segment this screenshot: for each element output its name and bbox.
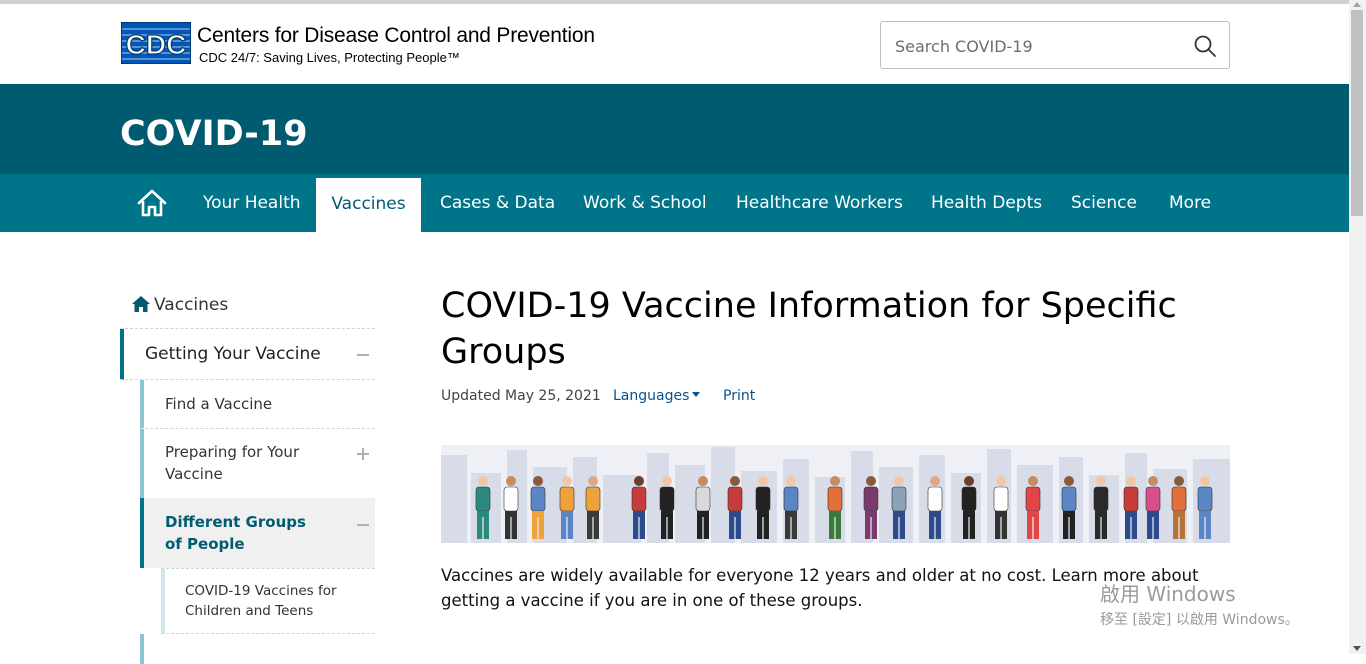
person-head xyxy=(996,476,1006,486)
sidenav-home-link[interactable]: Vaccines xyxy=(132,295,228,315)
person-head xyxy=(758,476,768,486)
org-tagline: CDC 24/7: Saving Lives, Protecting Peopl… xyxy=(199,50,460,65)
person-head xyxy=(730,476,740,486)
page-title: COVID-19 Vaccine Information for Specifi… xyxy=(441,286,1177,372)
person-head xyxy=(698,476,708,486)
sidenav-item-label: Getting Your Vaccine xyxy=(145,344,321,364)
person-body xyxy=(891,486,907,512)
org-name[interactable]: Centers for Disease Control and Preventi… xyxy=(197,24,595,48)
person-head xyxy=(588,476,598,486)
home-icon[interactable] xyxy=(136,188,168,218)
person-body xyxy=(961,486,977,512)
person-body xyxy=(783,486,799,512)
person-body xyxy=(993,486,1009,512)
watermark-line1: 啟用 Windows xyxy=(1100,582,1236,606)
person-body xyxy=(530,486,546,512)
person-body xyxy=(503,486,519,512)
person-body xyxy=(695,486,711,512)
person-body xyxy=(827,486,843,512)
search-icon[interactable] xyxy=(1193,34,1217,58)
person-body xyxy=(1093,486,1109,512)
person-body xyxy=(475,486,491,512)
person-head xyxy=(786,476,796,486)
person-body xyxy=(1123,486,1139,512)
site-title[interactable]: COVID-19 xyxy=(120,114,308,154)
person-head xyxy=(964,476,974,486)
updated-date: Updated May 25, 2021 xyxy=(441,388,601,404)
person-body xyxy=(631,486,647,512)
person-body xyxy=(927,486,943,512)
person-head xyxy=(930,476,940,486)
scroll-up-arrow-icon[interactable] xyxy=(1353,2,1361,7)
sidenav-item-vaccines-children-teens[interactable]: COVID-19 Vaccines for Children and Teens xyxy=(161,569,375,633)
sidenav-item-label: Different Groups of People xyxy=(165,513,306,553)
person-head xyxy=(533,476,543,486)
nav-health-depts[interactable]: Health Depts xyxy=(931,174,1042,232)
site-header: CDC Centers for Disease Control and Prev… xyxy=(0,4,1349,84)
nav-vaccines[interactable]: Vaccines xyxy=(316,174,421,232)
nav-work-school[interactable]: Work & School xyxy=(583,174,707,232)
collapse-icon[interactable] xyxy=(357,524,369,526)
print-link[interactable]: Print xyxy=(723,388,755,404)
person-head xyxy=(1200,476,1210,486)
scroll-thumb[interactable] xyxy=(1351,10,1363,216)
sidenav-item-preparing-for-your-vaccine[interactable]: Preparing for Your Vaccine xyxy=(140,429,375,498)
nav-your-health[interactable]: Your Health xyxy=(203,174,301,232)
sidenav-home-label: Vaccines xyxy=(154,295,229,315)
sidenav-item-next[interactable] xyxy=(140,634,375,664)
main-nav: Your Health Vaccines Cases & Data Work &… xyxy=(0,174,1349,232)
scroll-down-arrow-icon[interactable] xyxy=(1353,646,1361,651)
sidenav-item-find-a-vaccine[interactable]: Find a Vaccine xyxy=(140,380,375,428)
person-body xyxy=(1171,486,1187,512)
person-head xyxy=(1126,476,1136,486)
site-banner: COVID-19 xyxy=(0,84,1349,174)
caret-down-icon xyxy=(692,392,701,397)
languages-label: Languages xyxy=(613,388,690,404)
person-body xyxy=(863,486,879,512)
svg-text:CDC: CDC xyxy=(126,29,187,60)
nav-cases-data[interactable]: Cases & Data xyxy=(440,174,555,232)
person-head xyxy=(1096,476,1106,486)
sidenav-item-getting-your-vaccine[interactable]: Getting Your Vaccine xyxy=(120,329,375,380)
search-box xyxy=(880,21,1230,69)
person-head xyxy=(1174,476,1184,486)
person-body xyxy=(585,486,601,512)
sidenav-item-different-groups-of-people[interactable]: Different Groups of People xyxy=(140,498,375,568)
nav-healthcare-workers[interactable]: Healthcare Workers xyxy=(736,174,903,232)
person-body xyxy=(1025,486,1041,512)
person-head xyxy=(866,476,876,486)
diverse-people-illustration xyxy=(441,445,1230,543)
person-head xyxy=(830,476,840,486)
sidenav-item-label: COVID-19 Vaccines for Children and Teens xyxy=(185,583,337,619)
person-head xyxy=(1028,476,1038,486)
sidenav-item-label: Preparing for Your Vaccine xyxy=(165,443,300,483)
nav-more[interactable]: More xyxy=(1169,174,1211,232)
expand-icon-vertical xyxy=(362,448,364,460)
person-head xyxy=(662,476,672,486)
watermark-line2: 移至 [設定] 以啟用 Windows。 xyxy=(1100,612,1299,628)
person-body xyxy=(659,486,675,512)
languages-dropdown[interactable]: Languages xyxy=(613,388,701,404)
person-head xyxy=(894,476,904,486)
home-icon xyxy=(132,296,150,312)
search-input[interactable] xyxy=(893,33,1177,59)
cdc-logo[interactable]: CDC xyxy=(121,22,191,64)
collapse-icon[interactable] xyxy=(357,354,369,356)
person-head xyxy=(478,476,488,486)
person-body xyxy=(1061,486,1077,512)
person-head xyxy=(1064,476,1074,486)
person-body xyxy=(727,486,743,512)
page-scrollbar[interactable] xyxy=(1349,0,1366,654)
person-head xyxy=(506,476,516,486)
nav-science[interactable]: Science xyxy=(1071,174,1137,232)
sidenav-item-label: Find a Vaccine xyxy=(165,395,273,413)
person-body xyxy=(559,486,575,512)
person-head xyxy=(562,476,572,486)
person-body xyxy=(755,486,771,512)
person-body xyxy=(1197,486,1213,512)
person-head xyxy=(634,476,644,486)
windows-activation-watermark: 啟用 Windows 移至 [設定] 以啟用 Windows。 xyxy=(1100,578,1299,629)
person-head xyxy=(1148,476,1158,486)
person-body xyxy=(1145,486,1161,512)
